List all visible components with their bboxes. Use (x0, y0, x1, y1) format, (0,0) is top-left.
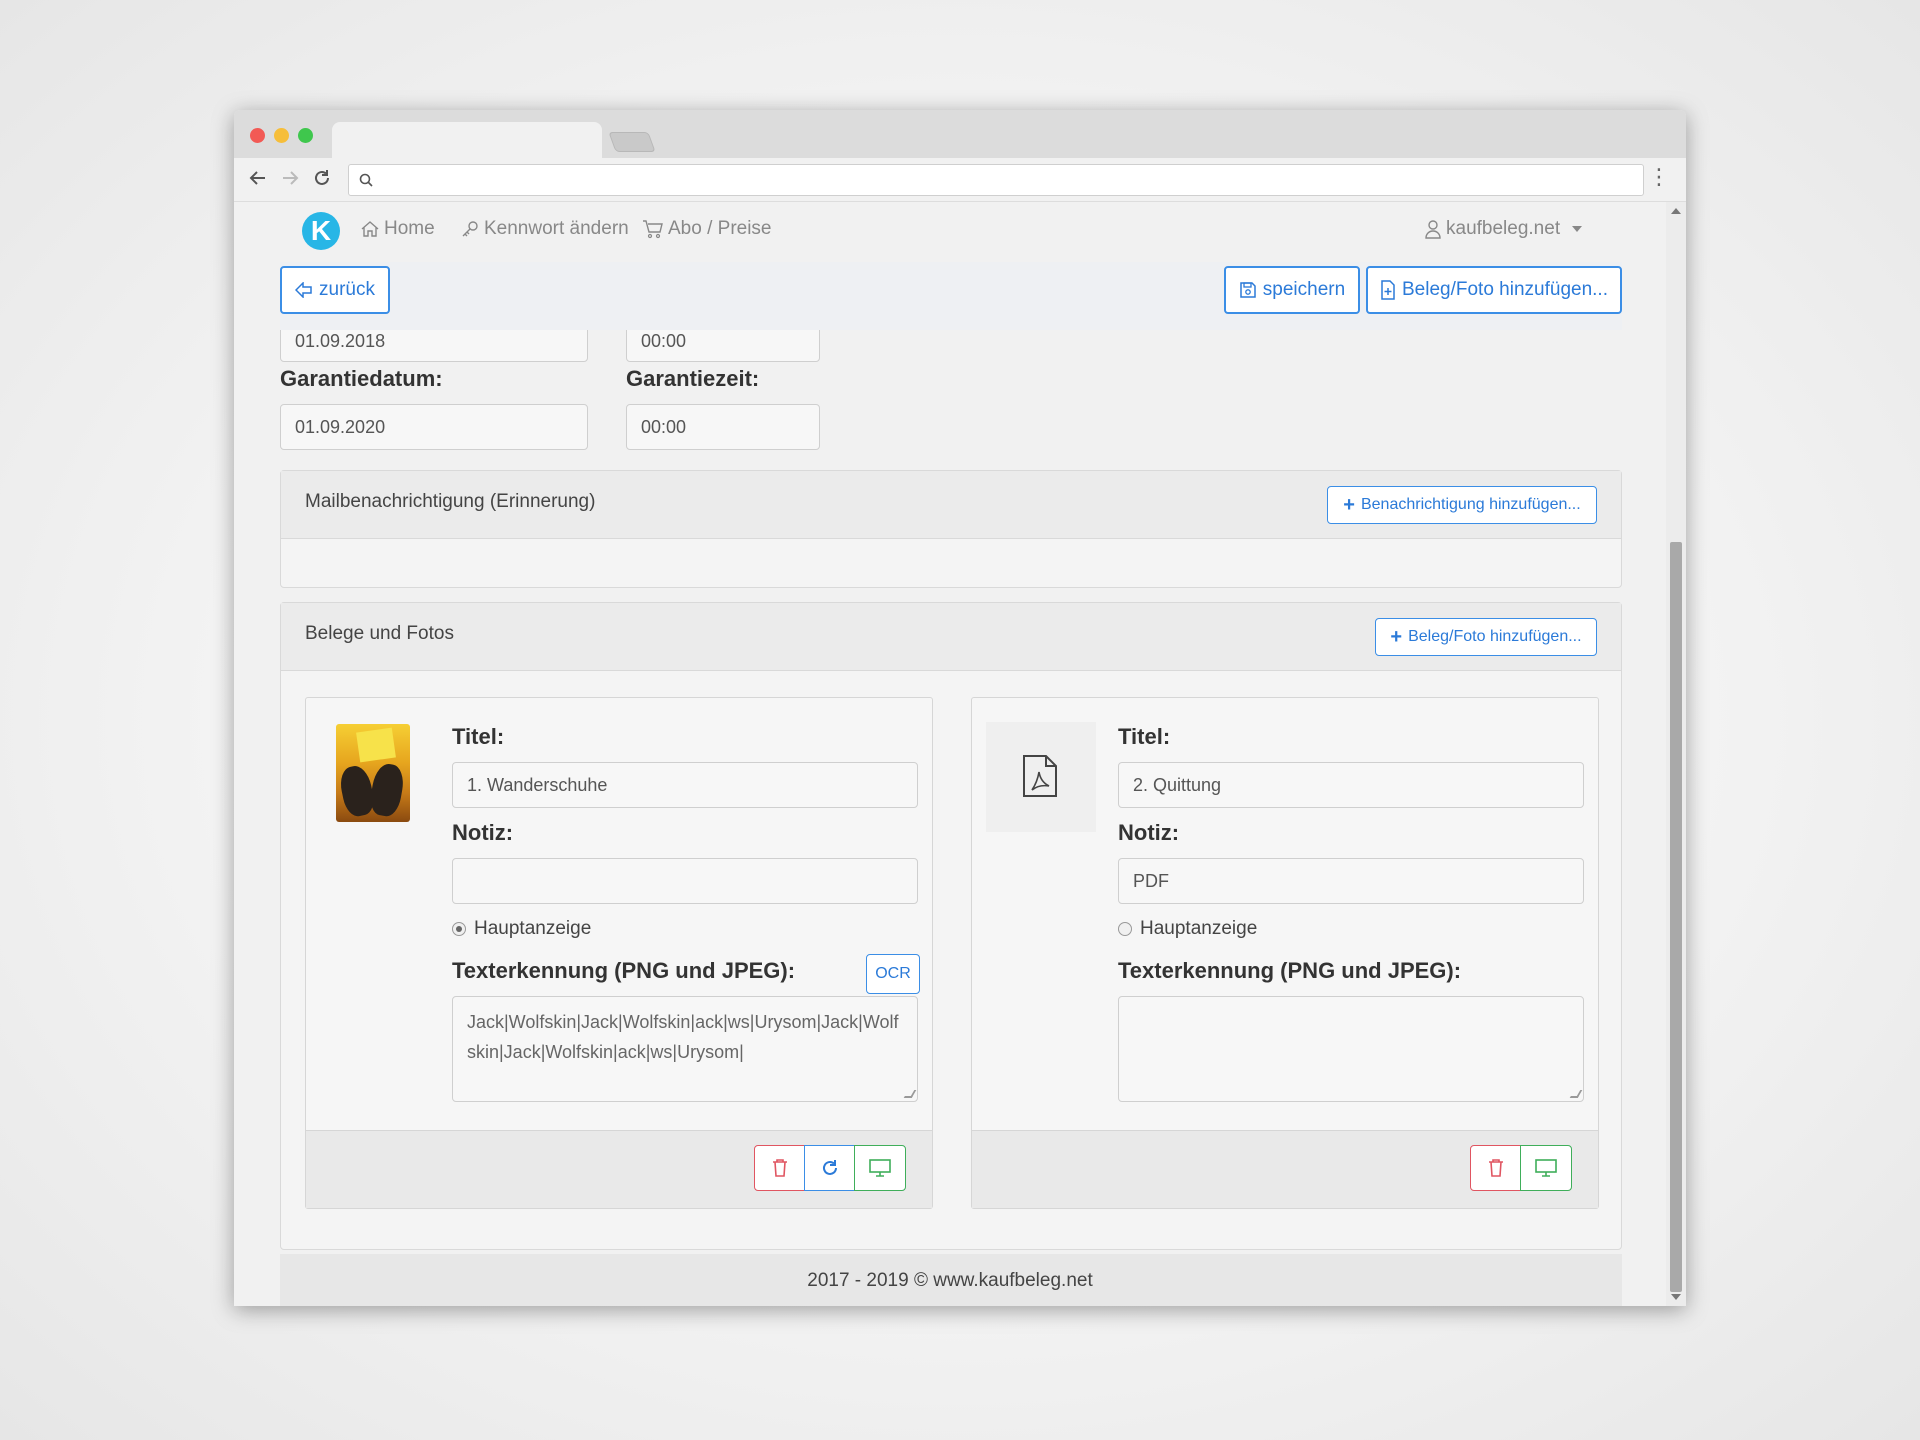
document-note-input[interactable] (452, 858, 918, 904)
nav-password-link[interactable]: Kennwort ändern (460, 218, 629, 240)
scroll-up-arrow-icon[interactable] (1671, 208, 1681, 214)
main-display-radio[interactable]: Hauptanzeige (1118, 918, 1257, 940)
monitor-icon (869, 1159, 891, 1177)
page-scrollbar[interactable] (1666, 202, 1686, 1306)
pdf-file-icon (1023, 755, 1057, 797)
mail-notification-header: Mailbenachrichtigung (Erinnerung) + Bena… (281, 471, 1621, 539)
add-document-card-button[interactable]: + Beleg/Foto hinzufügen... (1375, 618, 1597, 656)
file-plus-icon (1381, 280, 1395, 300)
rotate-button[interactable] (804, 1145, 856, 1191)
page-viewport: 01.09.2018 00:00 K Home Kennwort ändern … (234, 202, 1666, 1306)
display-button[interactable] (854, 1145, 906, 1191)
documents-title: Belege und Fotos (305, 623, 454, 644)
document-title-label: Titel: (1118, 724, 1171, 749)
resize-handle[interactable] (1569, 1090, 1583, 1098)
document-note-label: Notiz: (1118, 820, 1180, 845)
browser-toolbar: ⋮ (234, 158, 1686, 202)
plus-icon: + (1343, 493, 1355, 516)
address-bar[interactable] (348, 164, 1644, 196)
nav-home-link[interactable]: Home (360, 218, 435, 240)
scrollbar-thumb[interactable] (1670, 542, 1682, 1292)
browser-tab[interactable] (332, 122, 602, 158)
ocr-label: Texterkennung (PNG und JPEG): (1118, 958, 1462, 983)
document-item: Titel: 1. Wanderschuhe Notiz: Hauptanzei… (305, 697, 933, 1209)
document-item: Titel: 2. Quittung Notiz: PDF Hauptanzei… (971, 697, 1599, 1209)
back-arrow-icon[interactable] (248, 168, 268, 192)
search-icon (359, 173, 373, 187)
document-title-input[interactable]: 2. Quittung (1118, 762, 1584, 808)
warranty-time-field[interactable]: 00:00 (626, 404, 820, 450)
reload-icon[interactable] (312, 168, 332, 192)
scroll-down-arrow-icon[interactable] (1671, 1294, 1681, 1300)
sticky-action-bar: zurück speichern Beleg/Foto hinzufügen..… (280, 262, 1622, 330)
document-actions-footer (972, 1130, 1598, 1208)
document-note-input[interactable]: PDF (1118, 858, 1584, 904)
document-actions-footer (306, 1130, 932, 1208)
warranty-time-label: Garantiezeit: (626, 366, 760, 391)
save-button[interactable]: speichern (1224, 266, 1360, 314)
ocr-label: Texterkennung (PNG und JPEG): (452, 958, 796, 983)
footer-copyright: 2017 - 2019 © www.kaufbeleg.net (807, 1270, 1093, 1291)
user-menu-dropdown[interactable]: kaufbeleg.net (1424, 218, 1583, 240)
close-window-button[interactable] (250, 128, 265, 143)
delete-button[interactable] (754, 1145, 806, 1191)
document-note-label: Notiz: (452, 820, 514, 845)
plus-icon: + (1390, 625, 1403, 648)
new-tab-button[interactable] (608, 132, 656, 152)
refresh-icon (823, 1160, 837, 1175)
cart-icon (643, 220, 663, 239)
home-icon (361, 221, 379, 237)
floppy-disk-icon (1240, 282, 1256, 298)
user-icon (1425, 220, 1441, 239)
browser-window: ⋮ 01.09.2018 00:00 K Home Kennwort änder… (234, 110, 1686, 1306)
minimize-window-button[interactable] (274, 128, 289, 143)
browser-menu-icon[interactable]: ⋮ (1648, 166, 1670, 188)
radio-checked (452, 922, 466, 936)
chevron-down-icon (1572, 226, 1583, 232)
forward-arrow-icon[interactable] (280, 168, 300, 192)
monitor-icon (1535, 1159, 1557, 1177)
trash-icon (1489, 1159, 1503, 1177)
browser-titlebar (234, 110, 1686, 158)
document-pdf-thumbnail[interactable] (986, 722, 1096, 832)
arrow-left-icon (295, 282, 312, 298)
trash-icon (773, 1159, 787, 1177)
add-notification-button[interactable]: + Benachrichtigung hinzufügen... (1327, 486, 1597, 524)
documents-header: Belege und Fotos + Beleg/Foto hinzufügen… (281, 603, 1621, 671)
mail-notification-card: Mailbenachrichtigung (Erinnerung) + Bena… (280, 470, 1622, 588)
nav-abo-link[interactable]: Abo / Preise (642, 218, 772, 240)
ocr-button[interactable]: OCR (866, 954, 920, 994)
warranty-date-field[interactable]: 01.09.2020 (280, 404, 588, 450)
main-display-radio[interactable]: Hauptanzeige (452, 918, 591, 940)
document-photo-thumbnail[interactable] (336, 724, 410, 822)
key-icon (462, 221, 478, 237)
ocr-textarea[interactable] (1118, 996, 1584, 1102)
resize-handle[interactable] (903, 1090, 917, 1098)
app-logo[interactable]: K (302, 212, 340, 250)
mail-notification-title: Mailbenachrichtigung (Erinnerung) (305, 491, 596, 512)
maximize-window-button[interactable] (298, 128, 313, 143)
document-title-input[interactable]: 1. Wanderschuhe (452, 762, 918, 808)
warranty-date-label: Garantiedatum: (280, 366, 443, 391)
display-button[interactable] (1520, 1145, 1572, 1191)
add-document-button[interactable]: Beleg/Foto hinzufügen... (1366, 266, 1622, 314)
delete-button[interactable] (1470, 1145, 1522, 1191)
document-title-label: Titel: (452, 724, 505, 749)
radio-unchecked (1118, 922, 1132, 936)
back-button[interactable]: zurück (280, 266, 390, 314)
ocr-textarea[interactable]: Jack|Wolfskin|Jack|Wolfskin|ack|ws|Uryso… (452, 996, 918, 1102)
documents-card: Belege und Fotos + Beleg/Foto hinzufügen… (280, 602, 1622, 1250)
